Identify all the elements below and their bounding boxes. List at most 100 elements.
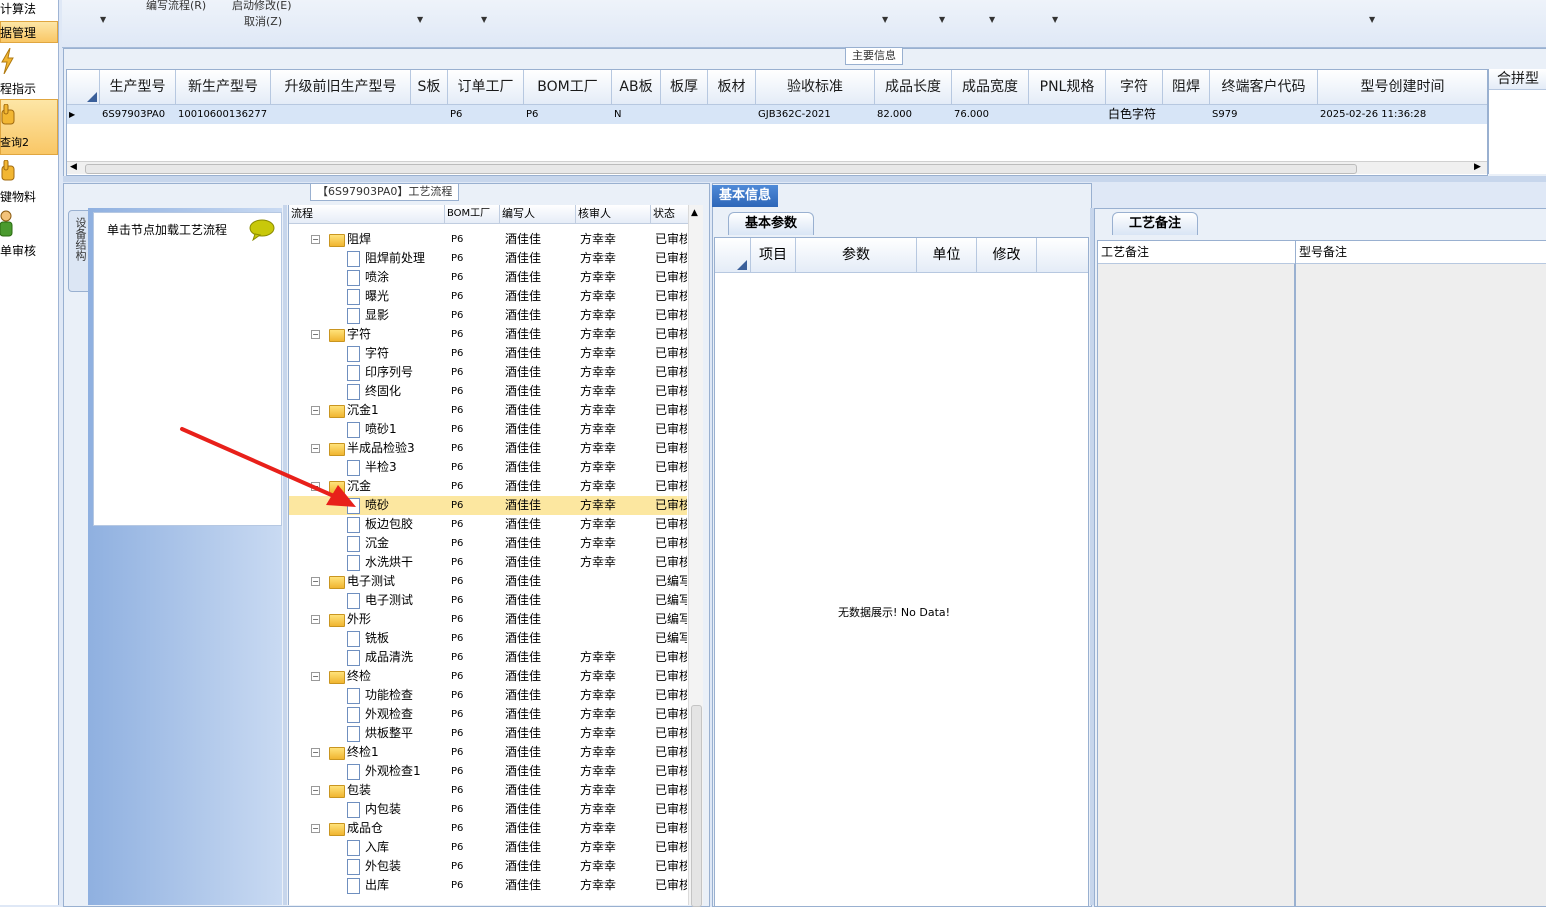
collapse-icon[interactable]: − <box>311 672 320 681</box>
dropdown-arrow-icon[interactable]: ▼ <box>1369 15 1375 24</box>
tree-node-label[interactable]: 终检1 <box>347 743 379 762</box>
tree-node-label[interactable]: 印序列号 <box>365 363 413 382</box>
cell-order-factory[interactable]: P6 <box>448 105 525 124</box>
tree-node-label[interactable]: 烘板整平 <box>365 724 413 743</box>
tree-col-header[interactable]: BOM工厂 <box>445 205 500 224</box>
tree-row[interactable]: 功能检查 P6 酒佳佳 方幸幸 已审核 <box>289 686 687 705</box>
col-header[interactable]: 板厚 <box>661 70 708 105</box>
col-header[interactable]: 终端客户代码 <box>1210 70 1318 105</box>
nav-item-query2[interactable]: 查询2 <box>0 134 29 150</box>
tree-node-label[interactable]: 外观检查1 <box>365 762 421 781</box>
tree-col-header[interactable]: 编写人 <box>500 205 576 224</box>
scroll-left-icon[interactable]: ◀ <box>70 162 77 172</box>
tree-node-label[interactable]: 终检 <box>347 667 371 686</box>
cell-width[interactable]: 76.000 <box>952 105 1030 124</box>
scroll-up-icon[interactable]: ▲ <box>691 208 698 218</box>
col-header[interactable]: AB板 <box>612 70 661 105</box>
tree-row[interactable]: 水洗烘干 P6 酒佳佳 方幸幸 已审核 <box>289 553 687 572</box>
nav-item-key-material[interactable]: 键物料 <box>0 188 36 205</box>
tree-node-label[interactable]: 沉金 <box>365 534 389 553</box>
col-header[interactable]: 板材 <box>708 70 756 105</box>
tree-node-label[interactable]: 入库 <box>365 838 389 857</box>
tree-row[interactable]: 终固化 P6 酒佳佳 方幸幸 已审核 <box>289 382 687 401</box>
scroll-right-icon[interactable]: ▶ <box>1474 162 1481 172</box>
col-header[interactable]: PNL规格 <box>1029 70 1106 105</box>
tree-row[interactable]: 电子测试 P6 酒佳佳 已编写 <box>289 591 687 610</box>
tree-node-label[interactable]: 电子测试 <box>347 572 395 591</box>
tree-row[interactable]: 成品清洗 P6 酒佳佳 方幸幸 已审核 <box>289 648 687 667</box>
tree-node-label[interactable]: 沉金1 <box>347 401 379 420</box>
tree-row[interactable]: 板边包胶 P6 酒佳佳 方幸幸 已审核 <box>289 515 687 534</box>
col-header[interactable]: 成品长度 <box>875 70 952 105</box>
tree-row[interactable]: − 终检1 P6 酒佳佳 方幸幸 已审核 <box>289 743 687 762</box>
tree-row[interactable]: − 成品仓 P6 酒佳佳 方幸幸 已审核 <box>289 819 687 838</box>
tree-row[interactable]: − 沉金1 P6 酒佳佳 方幸幸 已审核 <box>289 401 687 420</box>
tree-node-label[interactable]: 功能检查 <box>365 686 413 705</box>
scroll-thumb[interactable] <box>85 164 1357 174</box>
cell-ab-board[interactable]: N <box>612 105 662 124</box>
tree-node-label[interactable]: 字符 <box>365 344 389 363</box>
tree-row[interactable]: 沉金 P6 酒佳佳 方幸幸 已审核 <box>289 534 687 553</box>
model-notes-field[interactable]: 型号备注 <box>1295 240 1546 907</box>
tree-row[interactable]: − 字符 P6 酒佳佳 方幸幸 已审核 <box>289 325 687 344</box>
tree-row[interactable]: − 包装 P6 酒佳佳 方幸幸 已审核 <box>289 781 687 800</box>
tree-row[interactable]: 外观检查 P6 酒佳佳 方幸幸 已审核 <box>289 705 687 724</box>
col-header[interactable]: 修改 <box>977 238 1037 273</box>
tab-basic-info[interactable]: 基本信息 <box>712 185 778 207</box>
col-header[interactable]: 参数 <box>796 238 917 273</box>
tree-node-label[interactable]: 阻焊前处理 <box>365 249 425 268</box>
cell-character[interactable]: 白色字符 <box>1106 105 1164 124</box>
tree-row[interactable]: 字符 P6 酒佳佳 方幸幸 已审核 <box>289 344 687 363</box>
col-header[interactable]: 升级前旧生产型号 <box>271 70 411 105</box>
tree-node-label[interactable]: 阻焊 <box>347 230 371 249</box>
tree-node-label[interactable]: 喷砂 <box>365 496 389 515</box>
cell-created-time[interactable]: 2025-02-26 11:36:28 <box>1318 105 1487 124</box>
tree-row[interactable]: 显影 P6 酒佳佳 方幸幸 已审核 <box>289 306 687 325</box>
tree-row[interactable]: 印序列号 P6 酒佳佳 方幸幸 已审核 <box>289 363 687 382</box>
tree-node-label[interactable]: 电子测试 <box>365 591 413 610</box>
tree-node-label[interactable]: 成品清洗 <box>365 648 413 667</box>
tree-node-label[interactable]: 终固化 <box>365 382 401 401</box>
vertical-splitter[interactable] <box>283 205 287 905</box>
col-header[interactable]: 阻焊 <box>1163 70 1210 105</box>
scroll-thumb[interactable] <box>691 705 702 907</box>
col-header[interactable]: 成品宽度 <box>952 70 1029 105</box>
tree-row[interactable]: − 阻焊 P6 酒佳佳 方幸幸 已审核 <box>289 230 687 249</box>
collapse-icon[interactable]: − <box>311 235 320 244</box>
tree-node-label[interactable]: 板边包胶 <box>365 515 413 534</box>
tree-node-label[interactable]: 成品仓 <box>347 819 383 838</box>
tree-row[interactable]: − 电子测试 P6 酒佳佳 已编写 <box>289 572 687 591</box>
write-process-button[interactable]: 编写流程(R) <box>146 0 206 13</box>
tree-row[interactable]: 内包装 P6 酒佳佳 方幸幸 已审核 <box>289 800 687 819</box>
table-row[interactable]: ▶ 6S97903PA0 10010600136277 P6 P6 N GJB3… <box>67 105 1487 124</box>
tree-col-header[interactable]: 核审人 <box>576 205 651 224</box>
tree-node-label[interactable]: 外观检查 <box>365 705 413 724</box>
dropdown-arrow-icon[interactable]: ▼ <box>417 15 423 24</box>
nav-item-data-mgmt[interactable]: 据管理 <box>0 24 36 41</box>
tree-node-label[interactable]: 内包装 <box>365 800 401 819</box>
vertical-scrollbar[interactable]: ▲ <box>688 205 703 907</box>
tree-row[interactable]: − 终检 P6 酒佳佳 方幸幸 已审核 <box>289 667 687 686</box>
col-header[interactable]: 型号创建时间 <box>1318 70 1487 105</box>
collapse-icon[interactable]: − <box>311 786 320 795</box>
tab-basic-params[interactable]: 基本参数 <box>728 212 814 235</box>
horizontal-splitter[interactable] <box>63 176 1546 182</box>
tree-row[interactable]: 烘板整平 P6 酒佳佳 方幸幸 已审核 <box>289 724 687 743</box>
tree-row[interactable]: − 外形 P6 酒佳佳 已编写 <box>289 610 687 629</box>
col-header[interactable]: 项目 <box>751 238 796 273</box>
collapse-icon[interactable]: − <box>311 824 320 833</box>
collapse-icon[interactable]: − <box>311 330 320 339</box>
tree-row[interactable]: 出库 P6 酒佳佳 方幸幸 已审核 <box>289 876 687 895</box>
collapse-icon[interactable]: − <box>311 577 320 586</box>
tree-row[interactable]: 铣板 P6 酒佳佳 已编写 <box>289 629 687 648</box>
col-header[interactable]: BOM工厂 <box>524 70 612 105</box>
process-notes-field[interactable]: 工艺备注 <box>1097 240 1297 907</box>
tree-node-label[interactable]: 出库 <box>365 876 389 895</box>
tree-node-label[interactable]: 喷涂 <box>365 268 389 287</box>
dropdown-arrow-icon[interactable]: ▼ <box>1052 15 1058 24</box>
start-modify-button[interactable]: 启动修改(E) <box>232 0 292 13</box>
nav-item-review[interactable]: 单审核 <box>0 242 36 259</box>
dropdown-arrow-icon[interactable]: ▼ <box>882 15 888 24</box>
tree-col-header[interactable]: 流程 <box>289 205 445 224</box>
tree-node-label[interactable]: 铣板 <box>365 629 389 648</box>
